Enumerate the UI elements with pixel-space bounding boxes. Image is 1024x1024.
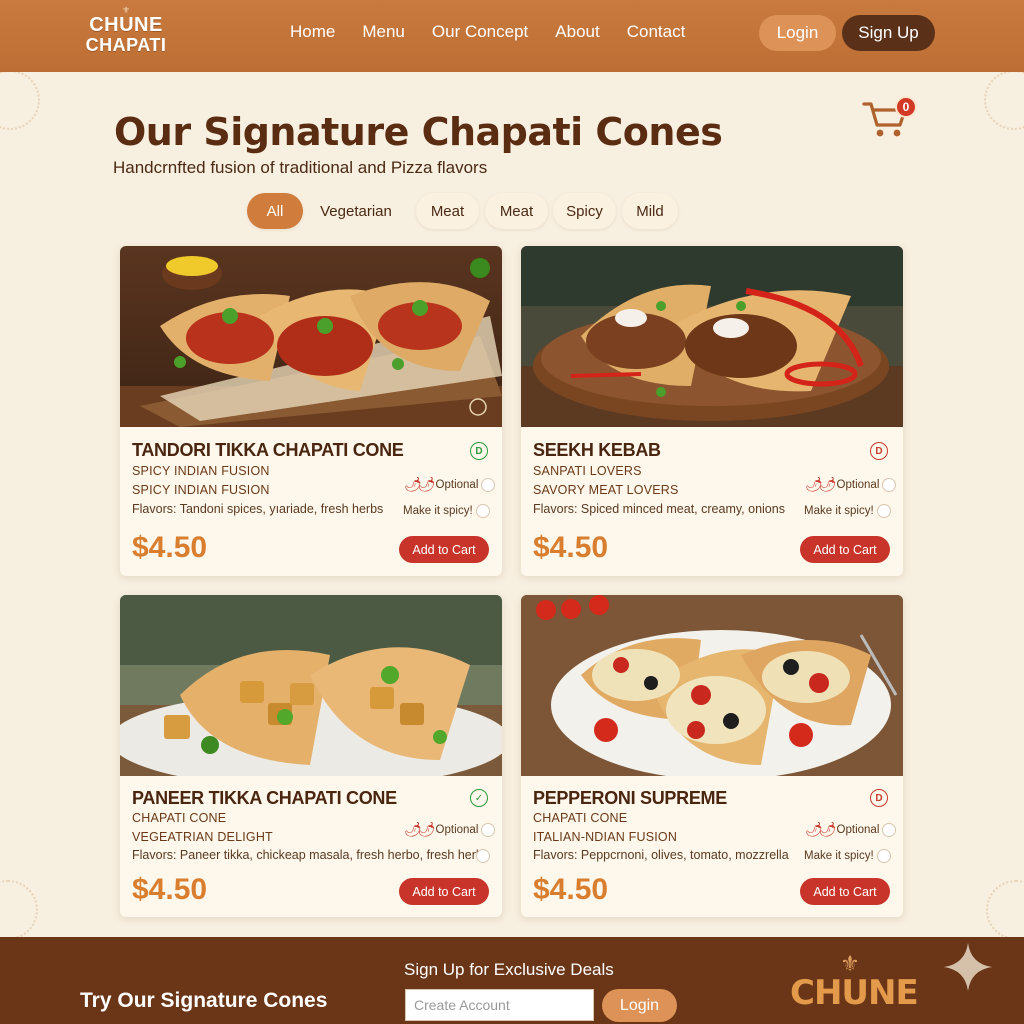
option-radio[interactable] [481, 477, 496, 492]
decorative-corner-bottom-right [986, 880, 1024, 940]
create-account-input[interactable] [405, 989, 594, 1021]
product-flavors: Flavors: Spiced minced meat, creamy, oni… [533, 502, 785, 516]
decorative-corner-bottom-left [0, 880, 38, 940]
veg-indicator-icon: D [470, 442, 488, 460]
option-radio[interactable] [481, 822, 496, 837]
product-name: PEPPERONI SUPREME [533, 788, 727, 808]
add-to-cart-button[interactable]: Add to Cart [800, 536, 890, 563]
login-button[interactable]: Login [759, 15, 836, 51]
product-flavors: Flavors: Peppcrnoni, olives, tomato, moz… [533, 848, 789, 862]
product-card[interactable]: TANDORI TIKKA CHAPATI CONE D SPICY INDIA… [120, 246, 502, 576]
footer-logo: ⚜ CHUNE [790, 951, 919, 1013]
make-spicy-radio[interactable] [475, 504, 490, 518]
option-label: Optional [435, 478, 479, 491]
make-spicy-option[interactable]: Make it spicy! [804, 504, 891, 518]
add-to-cart-button[interactable]: Add to Cart [399, 536, 489, 563]
add-to-cart-button[interactable]: Add to Cart [399, 878, 489, 905]
product-image-tandoori [120, 246, 502, 427]
filter-all[interactable]: All [247, 193, 303, 229]
product-price: $4.50 [533, 873, 609, 906]
make-spicy-radio[interactable] [476, 849, 490, 863]
spicy-option[interactable]: 🌶🌶 Optional [404, 476, 496, 493]
nav-our-concept[interactable]: Our Concept [432, 22, 528, 42]
product-price: $4.50 [132, 873, 208, 906]
product-price: $4.50 [533, 531, 609, 564]
product-tagline: ITALIAN-NDIAN FUSION [533, 830, 678, 844]
product-card[interactable]: PANEER TIKKA CHAPATI CONE ✓ CHAPATI CONE… [120, 595, 502, 917]
product-price: $4.50 [132, 531, 208, 564]
nav-menu[interactable]: Menu [362, 22, 405, 42]
option-label: Optional [435, 823, 479, 836]
nav-contact[interactable]: Contact [627, 22, 686, 42]
footer-logo-text: CHUNE [790, 973, 919, 1013]
make-spicy-label: Make it spicy! [403, 505, 473, 517]
product-name: TANDORI TIKKA CHAPATI CONE [132, 440, 404, 460]
make-spicy-label: Make it spicy! [804, 505, 874, 517]
logo-line-1: CHUNE [89, 14, 163, 36]
nonveg-indicator-icon: D [870, 442, 888, 460]
product-card[interactable]: PEPPERONI SUPREME D CHAPATI CONE ITALIAN… [521, 595, 903, 917]
nav-about[interactable]: About [555, 22, 599, 42]
product-category: SANPATI LOVERS [533, 464, 642, 478]
spicy-option[interactable]: 🌶🌶 Optional [404, 821, 496, 838]
footer-login-button[interactable]: Login [602, 989, 677, 1022]
main-nav: Home Menu Our Concept About Contact [290, 22, 685, 42]
page-subtitle: Handcrnfted fusion of traditional and Pi… [113, 158, 488, 177]
product-category: SPICY INDIAN FUSION [132, 464, 270, 478]
logo-line-2: CHAPATI [85, 35, 167, 55]
nonveg-indicator-icon: D [870, 789, 888, 807]
signup-button[interactable]: Sign Up [842, 15, 935, 51]
option-radio[interactable] [882, 822, 897, 837]
veg-indicator-icon: ✓ [470, 789, 488, 807]
make-spicy-radio[interactable] [876, 504, 891, 518]
decorative-corner-right [984, 70, 1024, 130]
make-spicy-option[interactable] [473, 849, 490, 863]
product-flavors: Flavors: Paneer tikka, chickeap masala, … [132, 848, 490, 862]
footer-cta-text: Try Our Signature Cones [80, 989, 328, 1012]
option-label: Optional [836, 823, 880, 836]
sparkle-icon [944, 943, 992, 991]
footer-deals-heading: Sign Up for Exclusive Deals [404, 960, 614, 979]
brand-logo[interactable]: ⚜ CHUNE CHAPATI [84, 6, 168, 56]
site-header: ⚜ CHUNE CHAPATI Home Menu Our Concept Ab… [0, 0, 1024, 72]
spicy-option[interactable]: 🌶🌶 Optional [805, 821, 897, 838]
nav-home[interactable]: Home [290, 22, 335, 42]
product-name: SEEKH KEBAB [533, 440, 661, 460]
chili-icon: 🌶🌶 [805, 821, 836, 837]
filter-meat[interactable]: Meat [416, 193, 479, 229]
chili-icon: 🌶🌶 [404, 476, 435, 492]
product-tagline: VEGEATRIAN DELIGHT [132, 830, 273, 844]
product-image-paneer [120, 595, 502, 776]
make-spicy-option[interactable]: Make it spicy! [804, 849, 891, 863]
chili-icon: 🌶🌶 [404, 821, 435, 837]
product-category: CHAPATI CONE [533, 811, 628, 825]
chili-icon: 🌶🌶 [805, 476, 836, 492]
option-label: Optional [836, 478, 880, 491]
make-spicy-radio[interactable] [876, 849, 891, 863]
product-tagline: SPICY INDIAN FUSION [132, 483, 270, 497]
filter-spicy[interactable]: Spicy [553, 193, 616, 229]
add-to-cart-button[interactable]: Add to Cart [800, 878, 890, 905]
product-name: PANEER TIKKA CHAPATI CONE [132, 788, 397, 808]
decorative-corner-left [0, 70, 40, 130]
filter-meat-2[interactable]: Meat [485, 193, 548, 229]
cart-count-badge: 0 [895, 96, 917, 118]
crest-icon: ⚜ [840, 951, 860, 976]
make-spicy-label: Make it spicy! [804, 850, 874, 862]
site-footer: Try Our Signature Cones Sign Up for Excl… [0, 937, 1024, 1024]
spicy-option[interactable]: 🌶🌶 Optional [805, 476, 897, 493]
product-image-pepperoni [521, 595, 903, 776]
option-radio[interactable] [882, 477, 897, 492]
product-image-seekh-kebab [521, 246, 903, 427]
product-category: CHAPATI CONE [132, 811, 227, 825]
filter-mild[interactable]: Mild [622, 193, 678, 229]
product-flavors: Flavors: Tandoni spices, yıariade, fresh… [132, 502, 384, 516]
product-tagline: SAVORY MEAT LOVERS [533, 483, 679, 497]
cart-button[interactable]: 0 [862, 96, 918, 140]
product-card[interactable]: SEEKH KEBAB D SANPATI LOVERS SAVORY MEAT… [521, 246, 903, 576]
make-spicy-option[interactable]: Make it spicy! [403, 504, 490, 518]
filter-vegetarian[interactable]: Vegetarian [309, 193, 403, 229]
page-title: Our Signature Chapati Cones [114, 110, 723, 154]
